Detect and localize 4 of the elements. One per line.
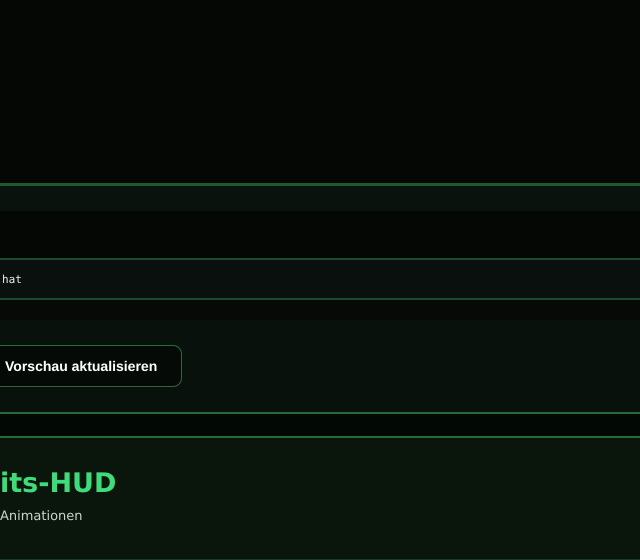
card-title: its-HUD xyxy=(0,468,118,499)
code-field[interactable]: hat xyxy=(0,258,640,300)
card-subtitle: Animationen xyxy=(0,509,84,524)
preview-button[interactable]: Vorschau aktualisieren xyxy=(0,345,182,387)
